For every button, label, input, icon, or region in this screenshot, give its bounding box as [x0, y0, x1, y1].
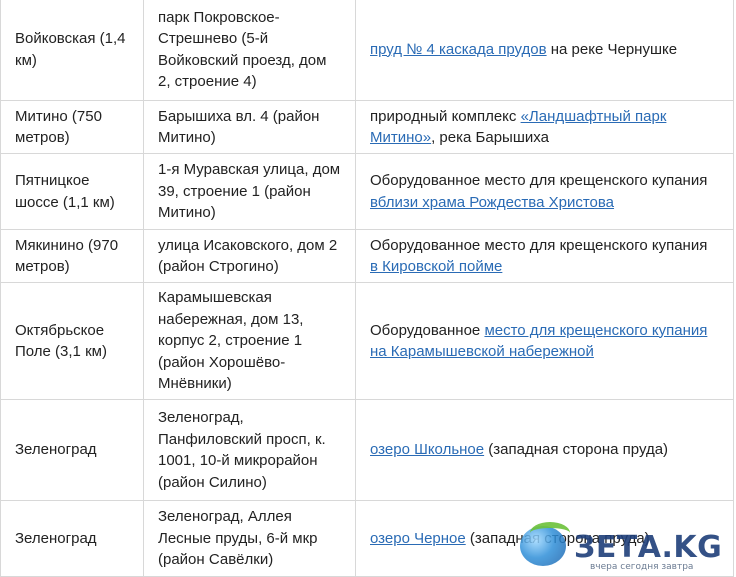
station-cell: Зеленоград [0, 500, 144, 577]
address-cell: Барышиха вл. 4 (район Митино) [143, 100, 356, 154]
place-cell: Оборудованное место для крещенского купа… [355, 282, 734, 400]
table-row: Зеленоград Зеленоград, Аллея Лесные пруд… [0, 500, 734, 577]
place-text: Оборудованное [370, 321, 485, 339]
address-cell: Карамышевская набережная, дом 13, корпус… [143, 282, 356, 400]
station-cell: Войковская (1,4 км) [0, 0, 144, 101]
place-cell: Оборудованное место для крещенского купа… [355, 229, 734, 283]
table-row: Пятницкое шоссе (1,1 км) 1-я Муравская у… [0, 153, 734, 230]
locations-table: Войковская (1,4 км) парк Покровское-Стре… [0, 0, 734, 577]
place-text: (западная сторона пруда) [484, 441, 669, 459]
station-cell: Зеленоград [0, 399, 144, 501]
place-cell: Оборудованное место для крещенского купа… [355, 153, 734, 230]
place-link[interactable]: пруд № 4 каскада прудов [370, 41, 547, 58]
table-row: Войковская (1,4 км) парк Покровское-Стре… [0, 0, 734, 101]
place-cell: озеро Черное (западная сторона пруда) [355, 500, 734, 577]
table-row: Митино (750 метров) Барышиха вл. 4 (райо… [0, 100, 734, 154]
address-cell: улица Исаковского, дом 2 (район Строгино… [143, 229, 356, 283]
station-cell: Митино (750 метров) [0, 100, 144, 154]
address-cell: парк Покровское-Стрешнево (5-й Войковски… [143, 0, 356, 101]
station-cell: Октябрьское Поле (3,1 км) [0, 282, 144, 400]
place-text: (западная сторона пруда) [465, 529, 650, 547]
place-cell: озеро Школьное (западная сторона пруда) [355, 399, 734, 501]
address-cell: Зеленоград, Панфиловский просп, к. 1001,… [143, 399, 356, 501]
place-link[interactable]: вблизи храма Рождества Христова [370, 194, 614, 211]
place-text: Оборудованное место для крещенского купа… [370, 172, 708, 189]
place-text: , река Барышиха [431, 129, 549, 146]
station-cell: Мякинино (970 метров) [0, 229, 144, 283]
table-row: Мякинино (970 метров) улица Исаковского,… [0, 229, 734, 283]
station-cell: Пятницкое шоссе (1,1 км) [0, 153, 144, 230]
address-cell: Зеленоград, Аллея Лесные пруды, 6-й мкр … [143, 500, 356, 577]
place-text: на реке Чернушке [546, 40, 678, 58]
place-link[interactable]: в Кировской пойме [370, 258, 502, 275]
address-cell: 1-я Муравская улица, дом 39, строение 1 … [143, 153, 356, 230]
table-row: Октябрьское Поле (3,1 км) Карамышевская … [0, 282, 734, 400]
place-cell: природный комплекс «Ландшафтный парк Мит… [355, 100, 734, 154]
table-row: Зеленоград Зеленоград, Панфиловский прос… [0, 399, 734, 501]
place-text: Оборудованное место для крещенского купа… [370, 236, 708, 254]
place-text: природный комплекс [370, 107, 521, 125]
place-link[interactable]: озеро Школьное [370, 441, 484, 458]
place-link[interactable]: озеро Черное [370, 530, 466, 547]
place-cell: пруд № 4 каскада прудов на реке Чернушке [355, 0, 734, 101]
